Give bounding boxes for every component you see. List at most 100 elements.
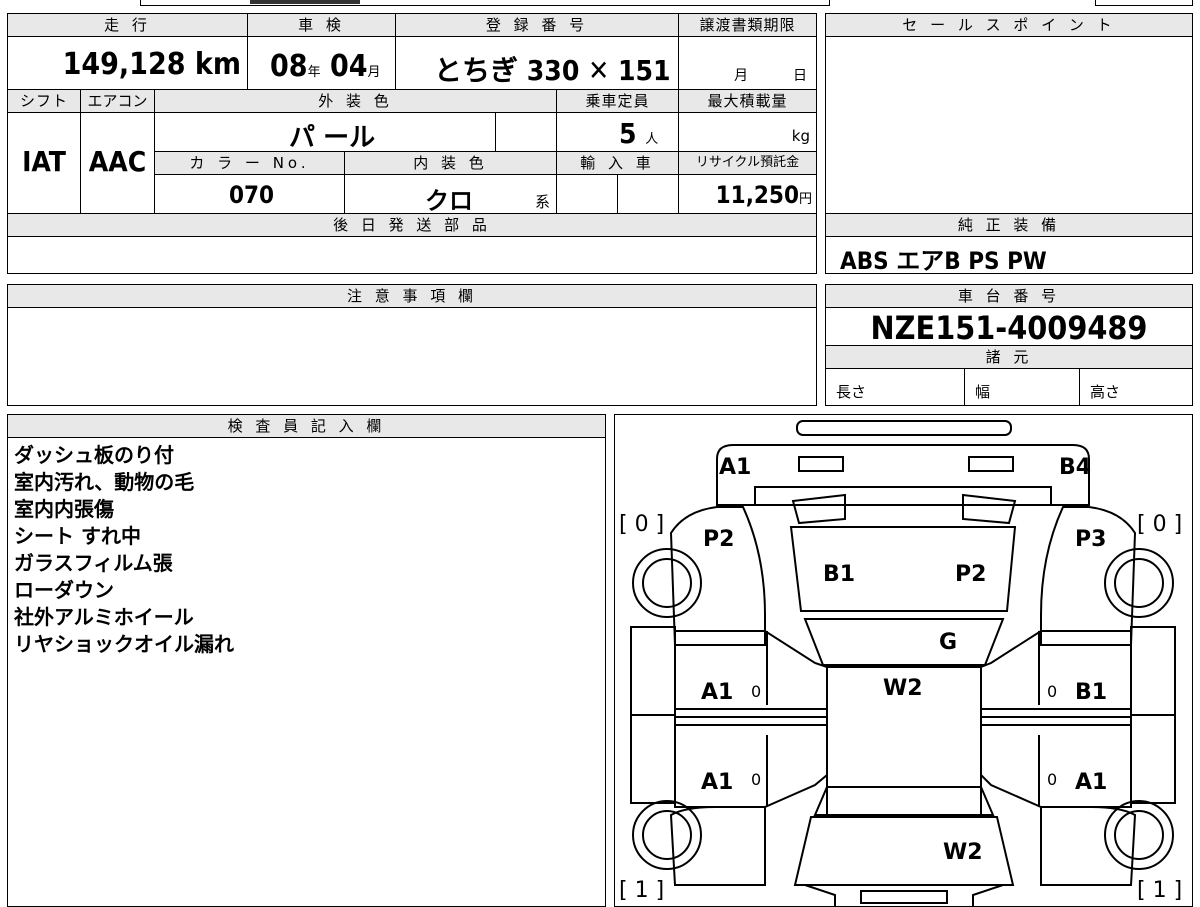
front-door-right-code: B1 xyxy=(1075,680,1107,705)
rear-door-left-count: 0 xyxy=(751,770,761,789)
front-door-left-code: A1 xyxy=(701,680,733,705)
registration-header: 登 録 番 号 xyxy=(395,13,679,37)
capacity-unit: 人 xyxy=(645,132,659,147)
exterior-color-header: 外 装 色 xyxy=(154,89,557,113)
equipment-value: ABS エアB PS PW xyxy=(840,247,1047,275)
interior-color-cell: クロ 系 xyxy=(344,174,557,215)
import-cell-a xyxy=(556,174,618,214)
inspector-note: ローダウン xyxy=(14,578,114,602)
ac-header: エアコン xyxy=(80,89,155,113)
spec-width-label: 幅 xyxy=(975,383,991,401)
fender-right-code: P3 xyxy=(1075,527,1106,552)
max-load-header: 最大積載量 xyxy=(678,89,817,113)
equipment-cell: ABS エアB PS PW xyxy=(825,236,1193,275)
spec-height-cell: 高さ xyxy=(1079,368,1193,406)
recycle-fee-header: リサイクル預託金 xyxy=(678,151,817,175)
transfer-deadline-header: 譲渡書類期限 xyxy=(678,13,817,37)
sales-point-cell xyxy=(825,36,1193,214)
mileage-value: 149,128 xyxy=(62,47,186,82)
sales-point-header: セ ー ル ス ポ イ ン ト xyxy=(825,13,1193,37)
registration-cell: とちぎ 330 ✕ 151 xyxy=(395,36,679,90)
glass-code: G xyxy=(939,630,957,655)
trunk-code: W2 xyxy=(943,840,983,865)
capacity-cell: 5 人 xyxy=(556,112,679,152)
color-no-value: 070 xyxy=(229,181,275,209)
import-cell-b xyxy=(617,174,679,214)
bracket-bottom-right: [ 1 ] xyxy=(1137,878,1182,903)
spec-height-label: 高さ xyxy=(1090,383,1121,401)
chassis-value: NZE151-4009489 xyxy=(870,309,1148,347)
front-right-code: B4 xyxy=(1059,455,1091,480)
shift-header: シフト xyxy=(7,89,81,113)
front-door-right-count: 0 xyxy=(1047,682,1057,701)
interior-color-unit: 系 xyxy=(535,193,551,211)
bracket-top-right: [ 0 ] xyxy=(1137,512,1182,537)
max-load-unit: kg xyxy=(791,127,810,145)
chassis-header: 車 台 番 号 xyxy=(825,284,1193,308)
mileage-cell: 149,128 km xyxy=(7,36,248,90)
fender-left-code: P2 xyxy=(703,527,734,552)
mileage-unit: km xyxy=(194,47,241,82)
capacity-header: 乗車定員 xyxy=(556,89,679,113)
spec-width-cell: 幅 xyxy=(964,368,1080,406)
shift-value: IAT xyxy=(22,145,66,178)
inspector-note: 室内内張傷 xyxy=(14,497,114,521)
inspector-note: ダッシュ板のり付 xyxy=(14,443,174,467)
exterior-color-extra xyxy=(495,112,557,152)
equipment-header: 純 正 装 備 xyxy=(825,213,1193,237)
ac-value: AAC xyxy=(88,145,147,178)
later-parts-header: 後 日 発 送 部 品 xyxy=(7,213,817,237)
shaken-month: 04 xyxy=(329,49,368,84)
inspector-cell: ダッシュ板のり付 室内汚れ、動物の毛 室内内張傷 シート すれ中 ガラスフィルム… xyxy=(7,437,606,907)
exterior-color-value: パ ール xyxy=(289,123,376,153)
import-header: 輸 入 車 xyxy=(556,151,679,175)
color-no-header: カ ラ ー No. xyxy=(154,151,345,175)
bracket-top-left: [ 0 ] xyxy=(619,512,664,537)
shaken-year-unit: 年 xyxy=(307,65,321,80)
car-diagram: A1 B4 [ 0 ] [ 0 ] [ 1 ] [ 1 ] P2 P3 B1 P… xyxy=(619,420,1182,906)
shaken-year: 08 xyxy=(270,49,308,84)
inspector-note: 社外アルミホイール xyxy=(14,605,194,629)
registration-value: とちぎ 330 ✕ 151 xyxy=(434,54,671,87)
caution-header: 注 意 事 項 欄 xyxy=(7,284,817,308)
shift-cell: IAT xyxy=(7,112,81,214)
rear-door-left-code: A1 xyxy=(701,770,733,795)
inspector-note: 室内汚れ、動物の毛 xyxy=(14,470,195,494)
recycle-fee-unit: 円 xyxy=(798,192,812,207)
later-parts-cell xyxy=(7,236,817,274)
interior-color-header: 内 装 色 xyxy=(344,151,557,175)
inspector-note: リヤショックオイル漏れ xyxy=(14,632,234,656)
top-strip xyxy=(0,0,1200,8)
rear-door-right-code: A1 xyxy=(1075,770,1107,795)
recycle-fee-value: 11,250 xyxy=(715,181,799,209)
spec-length-cell: 長さ xyxy=(825,368,965,406)
hood-right-code: P2 xyxy=(955,562,986,587)
max-load-cell: kg xyxy=(678,112,817,152)
caution-cell xyxy=(7,307,817,406)
transfer-day: 日 xyxy=(793,68,807,84)
transfer-month: 月 xyxy=(734,68,748,84)
bracket-bottom-left: [ 1 ] xyxy=(619,878,664,903)
spec-header: 諸 元 xyxy=(825,345,1193,369)
interior-color-value: クロ xyxy=(425,187,473,215)
transfer-deadline-cell: 月 日 xyxy=(678,36,817,90)
ac-cell: AAC xyxy=(80,112,155,214)
inspector-note: ガラスフィルム張 xyxy=(14,551,173,575)
inspector-header: 検 査 員 記 入 欄 xyxy=(7,414,606,438)
inspector-notes: ダッシュ板のり付 室内汚れ、動物の毛 室内内張傷 シート すれ中 ガラスフィルム… xyxy=(14,442,234,658)
front-left-code: A1 xyxy=(719,455,751,480)
roof-code: W2 xyxy=(883,676,923,701)
rear-door-right-count: 0 xyxy=(1047,770,1057,789)
car-diagram-panel: A1 B4 [ 0 ] [ 0 ] [ 1 ] [ 1 ] P2 P3 B1 P… xyxy=(614,414,1193,907)
inspector-note: シート すれ中 xyxy=(14,524,141,548)
shaken-cell: 08年 04月 xyxy=(247,36,396,90)
hood-left-code: B1 xyxy=(823,562,855,587)
spec-length-label: 長さ xyxy=(836,383,867,401)
exterior-color-cell: パ ール xyxy=(154,112,496,153)
shaken-month-unit: 月 xyxy=(367,65,381,80)
mileage-header: 走 行 xyxy=(7,13,248,37)
capacity-value: 5 xyxy=(619,117,637,150)
color-no-cell: 070 xyxy=(154,174,345,214)
recycle-fee-cell: 11,250円 xyxy=(678,174,817,214)
shaken-header: 車 検 xyxy=(247,13,396,37)
